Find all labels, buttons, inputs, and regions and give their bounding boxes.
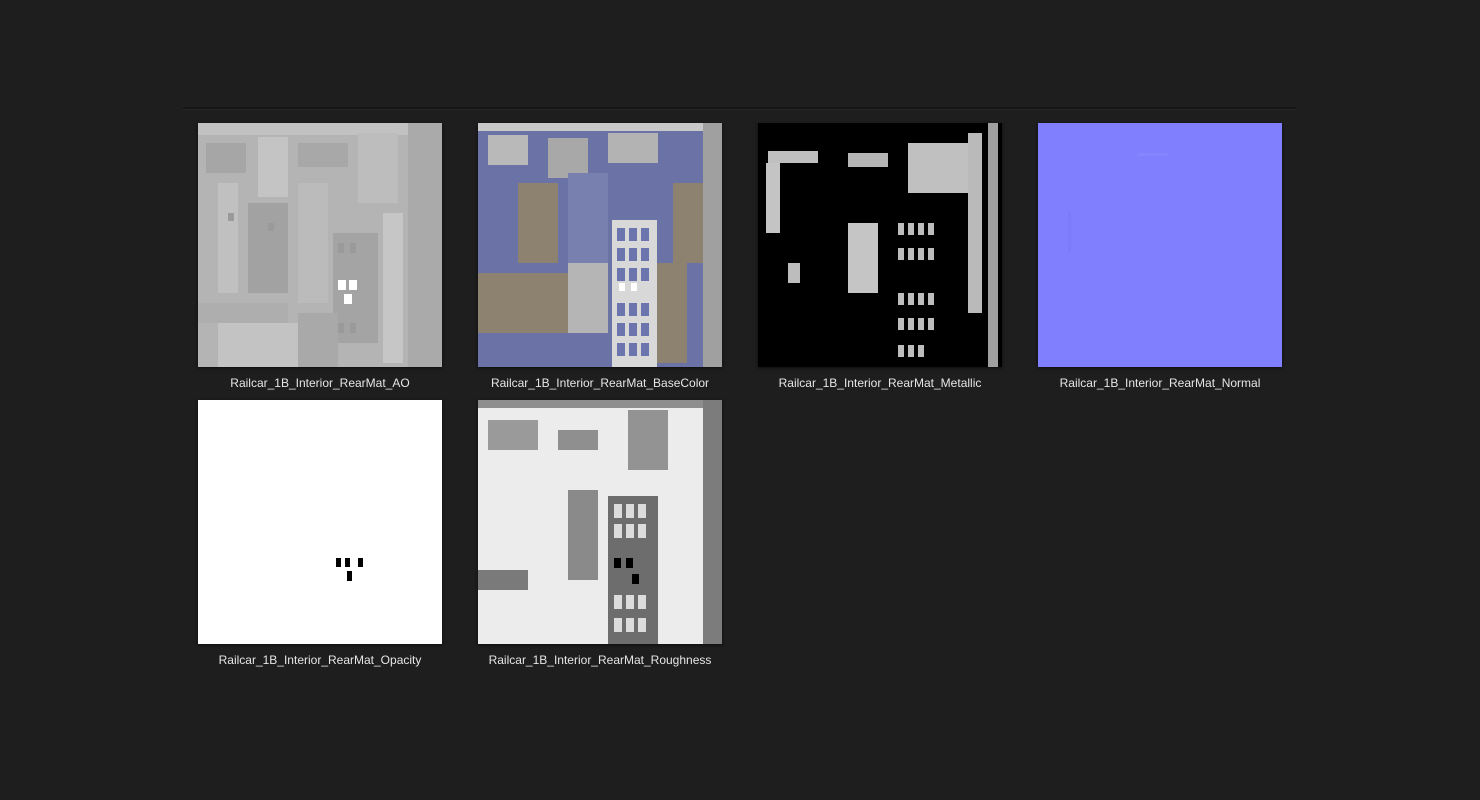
basecolor-preview-image [478, 123, 722, 367]
file-grid: Railcar_1B_Interior_RearMat_AO Railcar_1… [180, 122, 1300, 667]
file-tile-ao[interactable]: Railcar_1B_Interior_RearMat_AO [180, 122, 460, 390]
thumbnail-basecolor [478, 123, 722, 367]
file-tile-basecolor[interactable]: Railcar_1B_Interior_RearMat_BaseColor [460, 122, 740, 390]
normal-preview-image [1038, 123, 1282, 367]
metallic-preview-image [758, 123, 1002, 367]
file-tile-normal[interactable]: Railcar_1B_Interior_RearMat_Normal [1020, 122, 1300, 390]
file-name: Railcar_1B_Interior_RearMat_Metallic [778, 376, 982, 390]
header-divider [183, 107, 1296, 110]
thumbnail-opacity [198, 400, 442, 644]
file-name: Railcar_1B_Interior_RearMat_Opacity [218, 653, 422, 667]
opacity-preview-image [198, 400, 442, 644]
thumbnail-roughness [478, 400, 722, 644]
file-tile-roughness[interactable]: Railcar_1B_Interior_RearMat_Roughness [460, 399, 740, 667]
file-name: Railcar_1B_Interior_RearMat_AO [230, 376, 410, 390]
file-tile-opacity[interactable]: Railcar_1B_Interior_RearMat_Opacity [180, 399, 460, 667]
file-tile-metallic[interactable]: Railcar_1B_Interior_RearMat_Metallic [740, 122, 1020, 390]
thumbnail-ao [198, 123, 442, 367]
thumbnail-metallic [758, 123, 1002, 367]
ao-preview-image [198, 123, 442, 367]
thumbnail-normal [1038, 123, 1282, 367]
file-name: Railcar_1B_Interior_RearMat_BaseColor [490, 376, 710, 390]
roughness-preview-image [478, 400, 722, 644]
file-name: Railcar_1B_Interior_RearMat_Normal [1059, 376, 1261, 390]
file-name: Railcar_1B_Interior_RearMat_Roughness [488, 653, 712, 667]
